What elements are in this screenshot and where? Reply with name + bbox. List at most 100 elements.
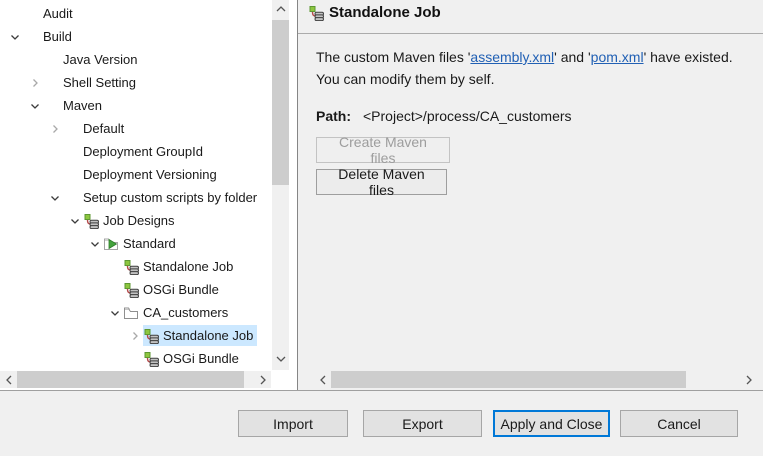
panel-horizontal-scrollbar[interactable] [298,371,763,388]
apply-and-close-button[interactable]: Apply and Close [493,410,610,437]
job-icon [143,328,159,344]
expander-spacer [47,144,63,160]
preferences-tree: AuditBuildJava VersionShell SettingMaven… [0,2,271,371]
chevron-expanded-icon[interactable] [27,98,43,114]
tree-item-deployment-groupid[interactable]: Deployment GroupId [0,140,271,163]
chevron-collapsed-icon[interactable] [27,75,43,91]
tree-item-content[interactable]: Standard [103,233,180,254]
tree-item-label: Standard [123,233,176,254]
tree-item-label: Setup custom scripts by folder [83,187,257,208]
job-icon [123,282,139,298]
tree-item-default[interactable]: Default [0,117,271,140]
export-button[interactable]: Export [363,410,482,437]
tree-item-ca-customers[interactable]: CA_customers [0,301,271,324]
tree-item-content[interactable]: Setup custom scripts by folder [63,187,261,208]
chevron-expanded-icon[interactable] [87,236,103,252]
icon-spacer [43,52,59,68]
tree-item-osgi-bundle[interactable]: OSGi Bundle [0,278,271,301]
tree-item-job-designs[interactable]: Job Designs [0,209,271,232]
tree-item-deployment-versioning[interactable]: Deployment Versioning [0,163,271,186]
tree-item-label: Maven [63,95,102,116]
folder-icon [123,305,139,321]
expander-spacer [127,351,143,367]
import-button[interactable]: Import [238,410,348,437]
tree-item-content[interactable]: Maven [43,95,106,116]
scroll-left-icon[interactable] [314,371,331,388]
tree-item-content[interactable]: Standalone Job [123,256,237,277]
tree-item-standalone-job[interactable]: Standalone Job [0,324,271,347]
chevron-expanded-icon[interactable] [107,305,123,321]
preferences-tree-panel: AuditBuildJava VersionShell SettingMaven… [0,0,297,390]
chevron-expanded-icon[interactable] [7,29,23,45]
scroll-up-icon[interactable] [272,0,289,17]
tree-item-content[interactable]: Build [23,26,76,47]
assembly-xml-link[interactable]: assembly.xml [470,49,554,65]
tree-item-build[interactable]: Build [0,25,271,48]
cancel-button[interactable]: Cancel [620,410,738,437]
create-maven-files-button: Create Maven files [316,137,450,163]
tree-vscroll-thumb[interactable] [272,20,289,185]
tree-item-content[interactable]: OSGi Bundle [143,348,243,369]
icon-spacer [63,121,79,137]
description-text: The custom Maven files ' [316,49,470,65]
tree-item-content[interactable]: Java Version [43,49,141,70]
panel-title: Standalone Job [329,4,441,21]
icon-spacer [43,75,59,91]
standard-folder-icon [103,236,119,252]
tree-vertical-scrollbar[interactable] [272,0,289,370]
header-separator [298,33,763,34]
tree-hscroll-thumb[interactable] [17,371,244,388]
chevron-collapsed-icon[interactable] [127,328,143,344]
standalone-job-panel: Standalone Job The custom Maven files 'a… [298,0,763,390]
tree-item-content[interactable]: Default [63,118,128,139]
tree-item-audit[interactable]: Audit [0,2,271,25]
scroll-right-icon[interactable] [740,371,757,388]
maven-files-description: The custom Maven files 'assembly.xml' an… [316,46,756,90]
chevron-expanded-icon[interactable] [67,213,83,229]
delete-maven-files-button[interactable]: Delete Maven files [316,169,447,195]
tree-item-content[interactable]: CA_customers [123,302,232,323]
description-line2: You can modify them by self. [316,71,494,87]
tree-item-content[interactable]: Shell Setting [43,72,140,93]
tree-item-label: Standalone Job [143,256,233,277]
tree-item-content[interactable]: Deployment Versioning [63,164,221,185]
dialog-footer: Import Export Apply and Close Cancel [0,391,763,456]
tree-item-osgi-bundle[interactable]: OSGi Bundle [0,347,271,370]
tree-item-shell-setting[interactable]: Shell Setting [0,71,271,94]
tree-item-content[interactable]: OSGi Bundle [123,279,223,300]
panel-header: Standalone Job [308,4,441,21]
tree-item-label: Shell Setting [63,72,136,93]
scroll-left-icon[interactable] [0,371,17,388]
pom-xml-link[interactable]: pom.xml [591,49,644,65]
scroll-right-icon[interactable] [254,371,271,388]
tree-item-standard[interactable]: Standard [0,232,271,255]
tree-horizontal-scrollbar[interactable] [0,371,271,388]
scroll-down-icon[interactable] [272,350,289,367]
expander-spacer [47,167,63,183]
tree-item-java-version[interactable]: Java Version [0,48,271,71]
job-icon [308,5,324,21]
tree-item-setup-custom-scripts-by-folder[interactable]: Setup custom scripts by folder [0,186,271,209]
icon-spacer [23,29,39,45]
tree-item-content[interactable]: Deployment GroupId [63,141,207,162]
description-text: ' and ' [554,49,590,65]
path-row: Path: <Project>/process/CA_customers [316,108,572,124]
tree-item-content[interactable]: Audit [23,3,77,24]
tree-item-label: Default [83,118,124,139]
icon-spacer [63,190,79,206]
tree-item-content[interactable]: Job Designs [83,210,179,231]
path-label: Path: [316,108,351,124]
path-value: <Project>/process/CA_customers [363,108,572,124]
chevron-collapsed-icon[interactable] [47,121,63,137]
job-icon [123,259,139,275]
expander-spacer [27,52,43,68]
tree-item-maven[interactable]: Maven [0,94,271,117]
tree-item-label: CA_customers [143,302,228,323]
job-icon [83,213,99,229]
chevron-expanded-icon[interactable] [47,190,63,206]
tree-item-standalone-job[interactable]: Standalone Job [0,255,271,278]
panel-hscroll-thumb[interactable] [331,371,686,388]
expander-spacer [107,282,123,298]
tree-selection[interactable]: Standalone Job [143,325,257,346]
icon-spacer [23,6,39,22]
